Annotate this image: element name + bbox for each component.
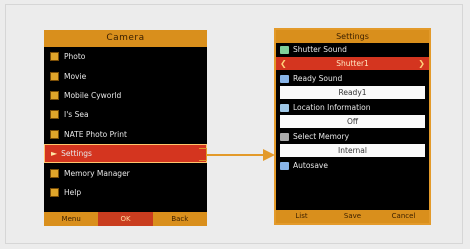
menu-item-label: I's Sea	[64, 110, 89, 120]
menu-item-label: Movie	[64, 71, 87, 81]
shutter-sound-value: Shutter1	[336, 59, 369, 68]
shutter-sound-selector[interactable]: ❮ Shutter1 ❯	[276, 57, 429, 70]
movie-icon	[50, 71, 59, 81]
setting-label-ready-sound: Ready Sound	[276, 72, 429, 85]
setting-label: Autosave	[293, 161, 328, 170]
setting-label: Location Information	[293, 103, 371, 112]
camera-softkeys: Menu OK Back	[44, 212, 207, 226]
location-information-value[interactable]: Off	[280, 115, 425, 128]
location-icon	[280, 103, 289, 112]
setting-label: Ready Sound	[293, 74, 343, 83]
menu-item-movie[interactable]: Movie	[44, 66, 207, 85]
setting-label-shutter-sound: Shutter Sound	[276, 43, 429, 56]
help-icon	[50, 187, 59, 197]
menu-item-mobile-cyworld[interactable]: Mobile Cyworld	[44, 86, 207, 105]
settings-screen: Settings Shutter Sound ❮ Shutter1 ❯ Read…	[274, 28, 431, 225]
select-memory-value[interactable]: Internal	[280, 144, 425, 157]
is-sea-icon	[50, 110, 59, 120]
menu-item-label: NATE Photo Print	[64, 129, 127, 139]
settings-title: Settings	[276, 30, 429, 43]
menu-item-label: Help	[64, 187, 82, 197]
menu-item-label: Photo	[64, 52, 86, 62]
menu-item-nate-photo-print[interactable]: NATE Photo Print	[44, 125, 207, 144]
softkey-ok[interactable]: OK	[98, 212, 153, 226]
print-icon	[50, 129, 59, 139]
softkey-list[interactable]: List	[276, 210, 327, 223]
ready-sound-value[interactable]: Ready1	[280, 86, 425, 99]
transition-arrow-icon	[207, 149, 275, 161]
ready-sound-icon	[280, 74, 289, 83]
camera-menu-list: Photo Movie Mobile Cyworld I's Sea NATE …	[44, 47, 207, 202]
menu-item-help[interactable]: Help	[44, 183, 207, 202]
softkey-back[interactable]: Back	[153, 212, 207, 226]
setting-label: Shutter Sound	[293, 45, 347, 54]
settings-softkeys: List Save Cancel	[276, 210, 429, 223]
menu-item-photo[interactable]: Photo	[44, 47, 207, 66]
softkey-cancel[interactable]: Cancel	[378, 210, 429, 223]
setting-label-location-information: Location Information	[276, 101, 429, 114]
chevron-right-icon[interactable]: ❯	[418, 57, 425, 70]
menu-item-memory-manager[interactable]: Memory Manager	[44, 163, 207, 182]
softkey-save[interactable]: Save	[327, 210, 378, 223]
menu-item-label: Mobile Cyworld	[64, 90, 122, 100]
menu-item-settings[interactable]: ► Settings	[44, 143, 207, 164]
setting-label-autosave: Autosave	[276, 159, 429, 172]
shutter-sound-icon	[280, 45, 289, 54]
setting-label: Select Memory	[293, 132, 350, 141]
menu-item-label: Settings	[61, 149, 92, 159]
softkey-menu[interactable]: Menu	[44, 212, 98, 226]
camera-menu-title: Camera	[44, 30, 207, 47]
autosave-icon	[280, 161, 289, 170]
memory-manager-icon	[50, 168, 59, 178]
photo-icon	[50, 52, 59, 62]
chevron-left-icon[interactable]: ❮	[280, 57, 287, 70]
camera-menu-screen: Camera Photo Movie Mobile Cyworld I's Se…	[44, 30, 207, 226]
menu-item-is-sea[interactable]: I's Sea	[44, 105, 207, 124]
selection-pointer-icon: ►	[51, 149, 58, 159]
memory-icon	[280, 132, 289, 141]
cyworld-icon	[50, 90, 59, 100]
menu-item-label: Memory Manager	[64, 168, 130, 178]
setting-label-select-memory: Select Memory	[276, 130, 429, 143]
selection-bracket	[199, 148, 207, 161]
